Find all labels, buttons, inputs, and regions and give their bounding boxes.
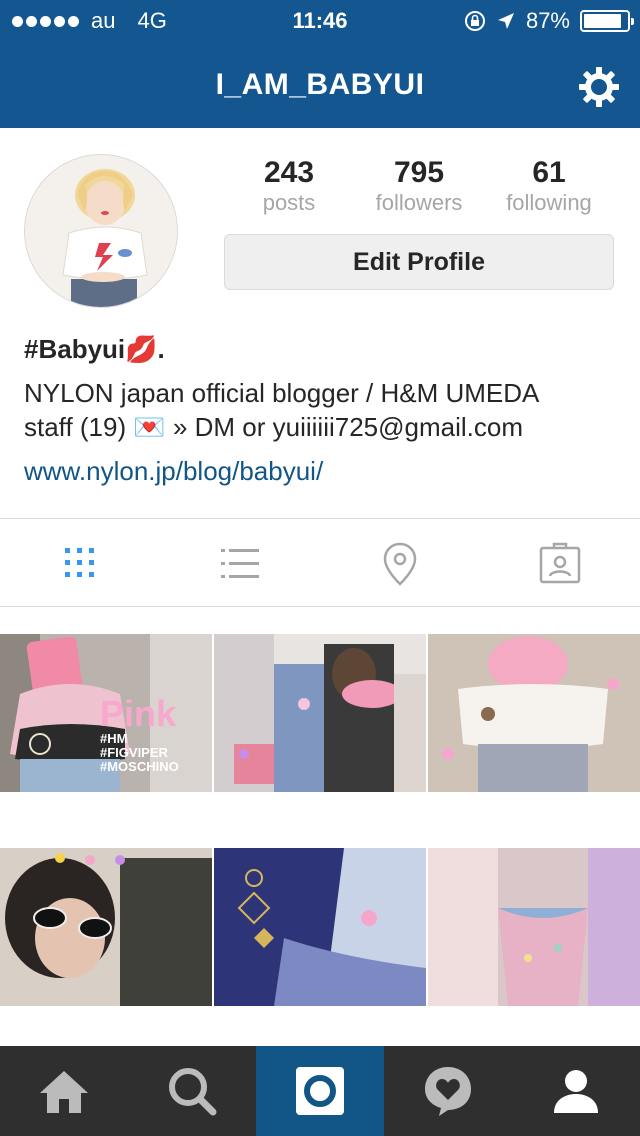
photo-dressing-room (214, 634, 426, 792)
photo-white-top (428, 634, 640, 792)
navigation-bar: I_AM_BABYUI (0, 40, 640, 128)
profile-bio: NYLON japan official blogger / H&M UMEDA… (24, 376, 624, 444)
stat-following-count: 61 (532, 156, 566, 189)
stat-followers-count: 795 (393, 156, 445, 189)
battery-icon (580, 10, 634, 32)
stat-following-label: following (506, 190, 592, 215)
overlay-tag-1: #HM (100, 731, 128, 746)
profile-website-link[interactable]: www.nylon.jp/blog/babyui/ (24, 456, 323, 487)
stat-posts-label: posts (262, 190, 316, 215)
list-icon[interactable] (215, 540, 265, 588)
search-icon (169, 1068, 217, 1116)
status-right: 87% (464, 8, 634, 34)
profile-name: #Babyui💋. (24, 334, 165, 364)
profile-view-tabs (0, 520, 640, 606)
location-arrow-icon (497, 13, 514, 29)
battery-percent: 87% (525, 8, 570, 33)
stat-following[interactable]: 61 following (479, 156, 619, 216)
battery-fill (584, 14, 621, 28)
photo-tile[interactable] (428, 848, 640, 1006)
tab-profile[interactable] (512, 1046, 640, 1136)
bio-line-2: staff (19) 💌 » DM or yuiiiiii725@gmail.c… (24, 412, 523, 442)
tab-activity[interactable] (384, 1046, 512, 1136)
divider (0, 606, 640, 607)
overlay-big-text: Pink (100, 693, 177, 734)
photo-tile[interactable]: Pink #HM #FIGVIPER #MOSCHINO (0, 634, 212, 792)
stat-posts[interactable]: 243 posts (219, 156, 359, 216)
rotation-lock-icon (464, 11, 485, 31)
home-icon (40, 1071, 88, 1113)
status-bar: au 4G 11:46 87% (0, 0, 640, 40)
grid-icon[interactable] (55, 540, 105, 588)
page-title: I_AM_BABYUI (215, 68, 425, 101)
profile-icon (554, 1070, 598, 1113)
avatar[interactable] (24, 154, 178, 308)
tab-camera[interactable] (256, 1046, 384, 1136)
overlay-tag-3: #MOSCHINO (100, 759, 179, 774)
location-pin-icon[interactable] (375, 540, 425, 588)
photo-tile[interactable] (214, 634, 426, 792)
camera-icon (296, 1067, 344, 1115)
avatar-photo (25, 155, 177, 307)
photo-sunglasses (0, 848, 212, 1006)
edit-profile-button[interactable]: Edit Profile (224, 234, 614, 290)
divider (0, 518, 640, 519)
gear-icon[interactable] (576, 64, 622, 110)
bottom-tab-bar (0, 1046, 640, 1136)
tab-search[interactable] (128, 1046, 256, 1136)
photo-tile[interactable] (0, 848, 212, 1006)
photo-tile[interactable] (214, 848, 426, 1006)
app-header: au 4G 11:46 87% I_AM_BABYUI (0, 0, 640, 128)
activity-heart-icon (425, 1067, 471, 1116)
photo-pink-fur (428, 848, 640, 1006)
overlay-tag-2: #FIGVIPER (100, 745, 168, 760)
photo-tile[interactable] (428, 634, 640, 792)
stat-followers-label: followers (375, 190, 463, 215)
photo-overlay-text: Pink #HM #FIGVIPER #MOSCHINO (100, 696, 179, 774)
bio-line-1: NYLON japan official blogger / H&M UMEDA (24, 378, 540, 408)
stat-followers[interactable]: 795 followers (349, 156, 489, 216)
stat-posts-count: 243 (263, 156, 315, 189)
tagged-photos-icon[interactable] (535, 540, 585, 588)
tab-home[interactable] (0, 1046, 128, 1136)
photo-earrings (214, 848, 426, 1006)
